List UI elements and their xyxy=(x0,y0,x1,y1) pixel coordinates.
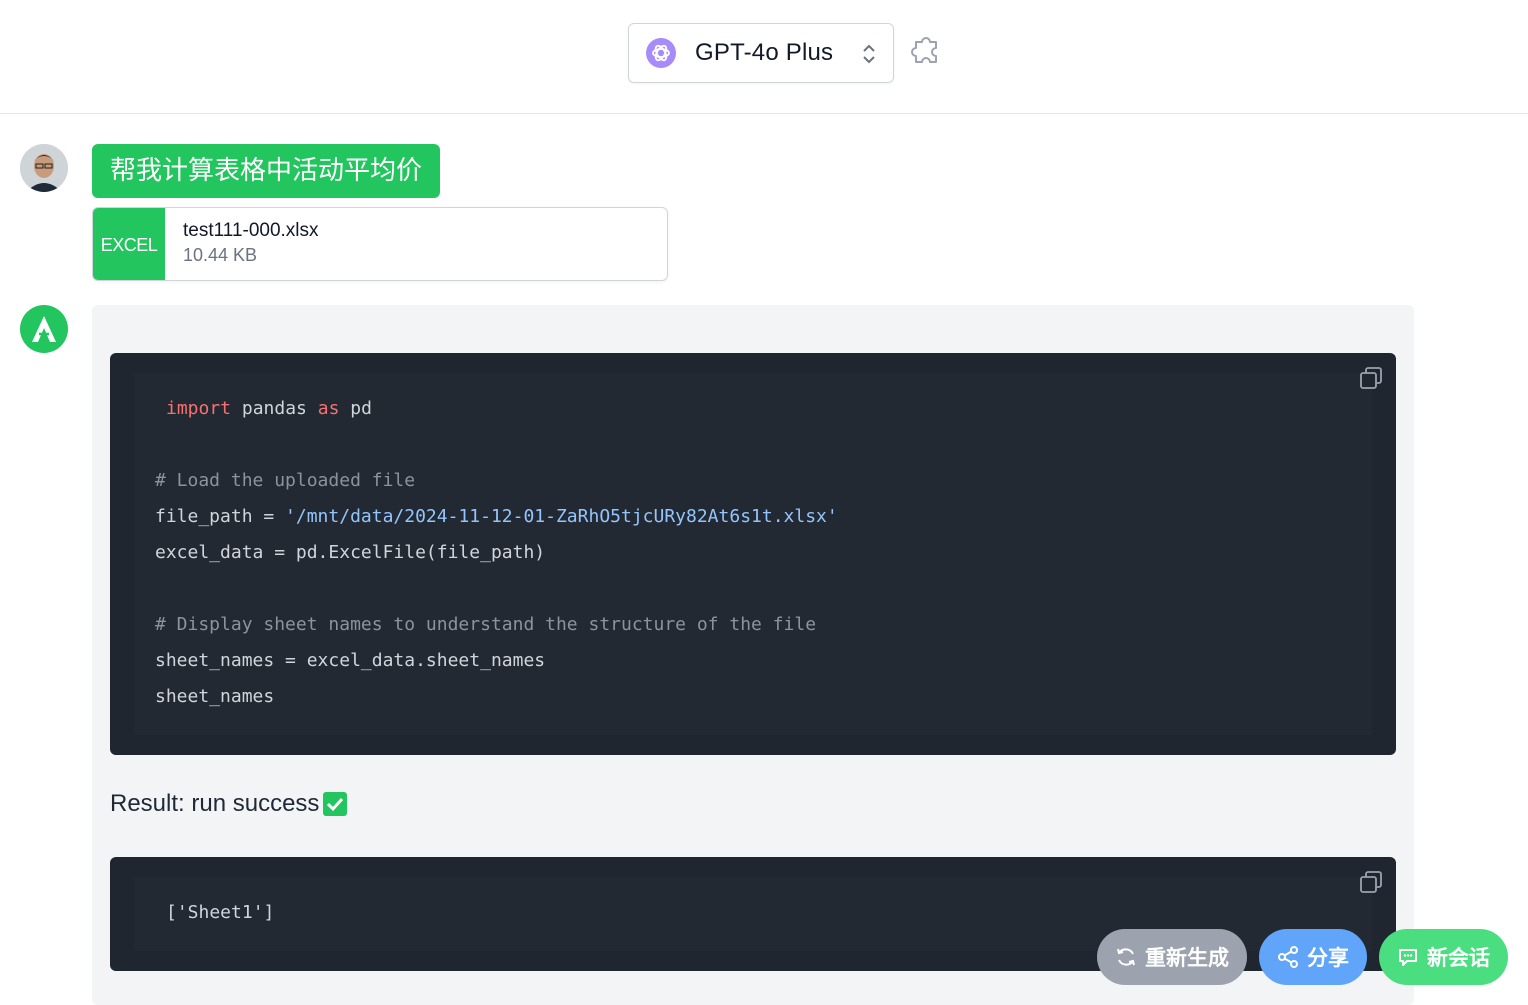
chat-bubble-icon xyxy=(1399,949,1417,966)
code-text: file_path = xyxy=(155,506,286,527)
code-text: pd xyxy=(339,398,372,419)
bot-logo-icon xyxy=(32,316,56,342)
code-line: sheet_names xyxy=(155,686,275,707)
excel-file-icon: EXCEL xyxy=(93,208,165,280)
code-string: '/mnt/data/2024-11-12-01-ZaRhO5tjcURy82A… xyxy=(285,506,838,527)
puzzle-piece-icon[interactable] xyxy=(910,34,944,68)
openai-logo-icon xyxy=(645,37,677,69)
top-bar: GPT-4o Plus xyxy=(0,0,1528,114)
file-attachment[interactable]: EXCEL test111-000.xlsx 10.44 KB xyxy=(92,207,668,281)
result-label: Result: run success xyxy=(110,790,320,817)
code-keyword: import xyxy=(166,398,232,419)
user-message: 帮我计算表格中活动平均价 xyxy=(92,144,441,198)
copy-icon[interactable] xyxy=(1358,365,1384,391)
file-size: 10.44 KB xyxy=(183,245,258,265)
check-mark-icon xyxy=(323,792,348,816)
output-text: ['Sheet1'] xyxy=(166,902,275,923)
model-selector[interactable]: GPT-4o Plus xyxy=(628,23,894,83)
share-button[interactable]: 分享 xyxy=(1259,929,1367,985)
file-name: test111-000.xlsx xyxy=(183,220,319,241)
model-name: GPT-4o Plus xyxy=(695,39,834,66)
chevron-up-down-icon xyxy=(861,42,877,66)
user-avatar xyxy=(20,144,68,192)
share-icon xyxy=(1278,946,1298,968)
code-text: pandas xyxy=(231,398,318,419)
code-line: excel_data = pd.ExcelFile(file_path) xyxy=(155,542,546,563)
code-comment: # Load the uploaded file xyxy=(155,470,416,491)
regenerate-label: 重新生成 xyxy=(1145,946,1229,970)
new-chat-label: 新会话 xyxy=(1427,946,1490,970)
share-label: 分享 xyxy=(1307,946,1349,970)
new-chat-button[interactable]: 新会话 xyxy=(1379,929,1508,985)
bot-avatar xyxy=(20,305,68,353)
copy-icon[interactable] xyxy=(1358,869,1384,895)
regenerate-button[interactable]: 重新生成 xyxy=(1097,929,1247,985)
refresh-icon xyxy=(1117,948,1135,966)
code-line: import pandas as pd xyxy=(166,398,372,419)
code-comment: # Display sheet names to understand the … xyxy=(155,614,817,635)
code-line: file_path = '/mnt/data/2024-11-12-01-ZaR… xyxy=(155,506,838,527)
result-status: Result: run success xyxy=(110,790,348,818)
code-line: sheet_names = excel_data.sheet_names xyxy=(155,650,546,671)
code-keyword: as xyxy=(317,398,340,419)
